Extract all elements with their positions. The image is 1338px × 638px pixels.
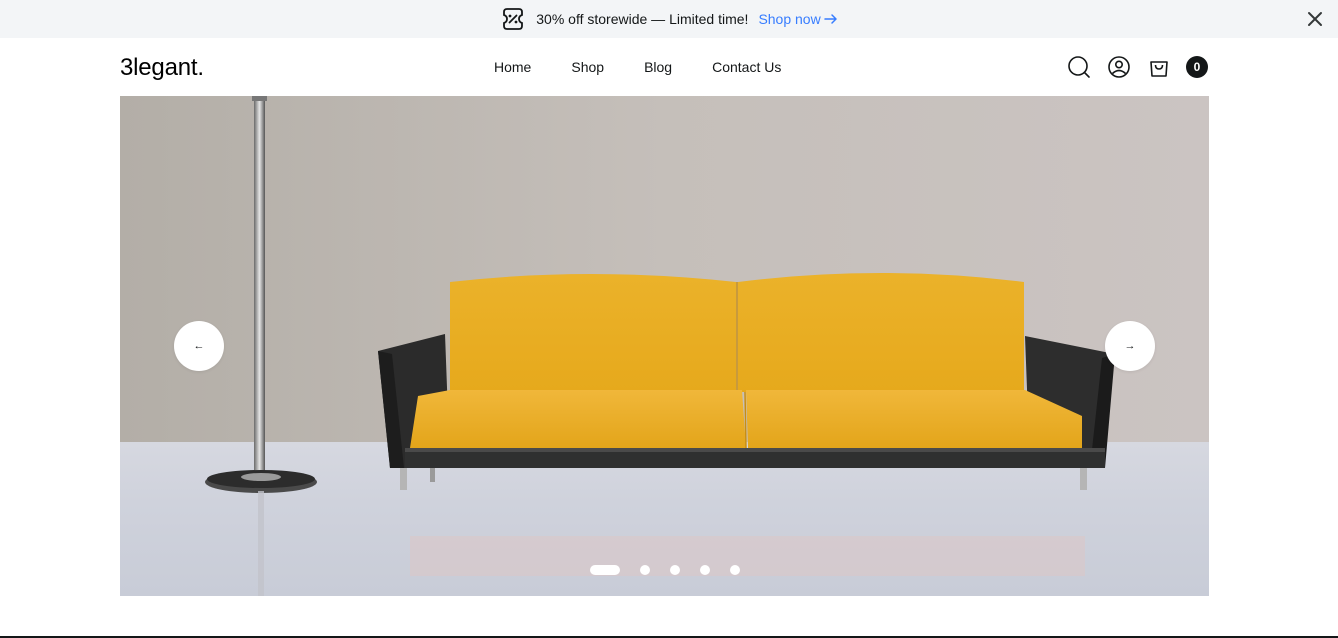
user-icon[interactable]	[1106, 54, 1132, 80]
site-header: 3legant. Home Shop Blog Contact Us 0	[0, 38, 1338, 96]
slider-dot-2[interactable]	[640, 565, 650, 575]
promo-bar: 30% off storewide — Limited time! Shop n…	[0, 0, 1338, 38]
arrow-right-icon: →	[1124, 340, 1136, 352]
shop-now-label: Shop now	[758, 11, 821, 27]
hero-slider: ← →	[120, 96, 1209, 596]
promo-content: 30% off storewide — Limited time! Shop n…	[500, 6, 837, 32]
ticket-percent-icon	[500, 6, 526, 32]
nav-contact-us[interactable]: Contact Us	[712, 59, 781, 75]
promo-text: 30% off storewide — Limited time!	[536, 11, 749, 27]
nav-shop[interactable]: Shop	[571, 59, 604, 75]
nav-blog[interactable]: Blog	[644, 59, 672, 75]
arrow-left-icon: ←	[193, 340, 205, 352]
slider-dot-3[interactable]	[670, 565, 680, 575]
search-icon[interactable]	[1066, 54, 1092, 80]
slider-prev-button[interactable]: ←	[174, 321, 224, 371]
hero-product-image	[205, 96, 1115, 596]
cart-count-badge[interactable]: 0	[1186, 56, 1208, 78]
slider-dot-1[interactable]	[590, 565, 620, 575]
main-nav: Home Shop Blog Contact Us	[494, 59, 781, 75]
slider-next-button[interactable]: →	[1105, 321, 1155, 371]
logo[interactable]: 3legant.	[120, 54, 204, 82]
slider-dot-4[interactable]	[700, 565, 710, 575]
header-icons: 0	[1066, 54, 1208, 80]
nav-home[interactable]: Home	[494, 59, 531, 75]
slider-dot-5[interactable]	[730, 565, 740, 575]
slider-pagination	[590, 565, 760, 575]
shopping-bag-icon[interactable]	[1146, 54, 1172, 80]
close-icon[interactable]	[1304, 8, 1326, 30]
shop-now-link[interactable]: Shop now	[758, 11, 837, 27]
arrow-right-icon	[823, 14, 837, 24]
